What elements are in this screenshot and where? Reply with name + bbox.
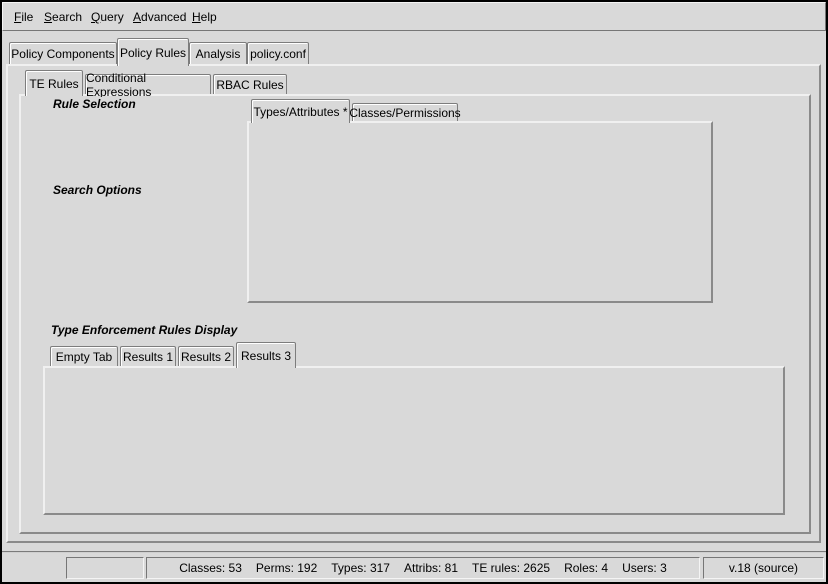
status-perms: Perms: 192 [256,561,317,575]
tab-policy-rules-label: Policy Rules [120,46,186,60]
tab-policy-components-label: Policy Components [11,47,114,61]
tab-classes-permissions-label: Classes/Permissions [349,106,460,120]
tab-conditional-expressions-label: Conditional Expressions [86,71,210,99]
tab-analysis[interactable]: Analysis [189,42,247,64]
tab-empty-tab-label: Empty Tab [56,350,112,364]
status-roles: Roles: 4 [564,561,608,575]
types-attributes-panel [247,121,713,303]
tab-results-2-label: Results 2 [181,350,231,364]
menu-help[interactable]: Help [192,10,217,24]
tab-results-3[interactable]: Results 3 [236,342,296,368]
status-types: Types: 317 [331,561,390,575]
menu-advanced[interactable]: Advanced [133,10,186,24]
tab-rbac-rules-label: RBAC Rules [216,78,283,92]
tab-results-2[interactable]: Results 2 [178,346,234,366]
menu-help-label: elp [201,10,217,24]
status-users: Users: 3 [622,561,667,575]
tab-policy-conf-label: policy.conf [250,47,306,61]
menu-advanced-mnemonic: A [133,10,141,24]
tab-te-rules[interactable]: TE Rules [25,70,83,96]
menu-advanced-label: dvanced [141,10,186,24]
search-options-title: Search Options [50,183,145,197]
menu-search[interactable]: Search [44,10,82,24]
te-rules-display-title: Type Enforcement Rules Display [48,323,240,337]
tab-types-attributes-label: Types/Attributes * [253,105,347,119]
tab-results-3-label: Results 3 [241,349,291,363]
status-classes: Classes: 53 [179,561,242,575]
results-panel [43,366,785,515]
tab-analysis-label: Analysis [196,47,241,61]
tab-policy-components[interactable]: Policy Components [9,42,117,64]
menu-query[interactable]: Query [91,10,124,24]
menu-search-label: earch [52,10,82,24]
tab-rbac-rules[interactable]: RBAC Rules [213,74,287,94]
menu-file-label: ile [21,10,33,24]
menu-search-mnemonic: S [44,10,52,24]
tab-results-1-label: Results 1 [123,350,173,364]
tab-results-1[interactable]: Results 1 [120,346,176,366]
rule-selection-title: Rule Selection [50,97,139,111]
menubar: File Search Query Advanced Help [2,2,826,31]
status-version-panel: v.18 (source) [703,557,824,579]
menu-query-mnemonic: Q [91,10,100,24]
apol-window: File Search Query Advanced Help Policy C… [0,0,828,584]
status-attribs: Attribs: 81 [404,561,458,575]
tab-policy-rules[interactable]: Policy Rules [117,38,189,66]
status-empty-panel [66,557,144,579]
tab-policy-conf[interactable]: policy.conf [247,42,309,64]
status-te-rules: TE rules: 2625 [472,561,550,575]
menu-file[interactable]: File [14,10,33,24]
tab-te-rules-label: TE Rules [29,77,78,91]
status-bar: Classes: 53 Perms: 192 Types: 317 Attrib… [2,551,826,582]
menu-help-mnemonic: H [192,10,201,24]
tab-conditional-expressions[interactable]: Conditional Expressions [85,74,211,94]
tab-empty-tab[interactable]: Empty Tab [50,346,118,366]
tab-types-attributes[interactable]: Types/Attributes * [251,99,350,123]
status-version: v.18 (source) [729,561,798,575]
status-stats-panel: Classes: 53 Perms: 192 Types: 317 Attrib… [146,557,700,579]
menu-query-label: uery [100,10,123,24]
tab-classes-permissions[interactable]: Classes/Permissions [352,103,458,121]
